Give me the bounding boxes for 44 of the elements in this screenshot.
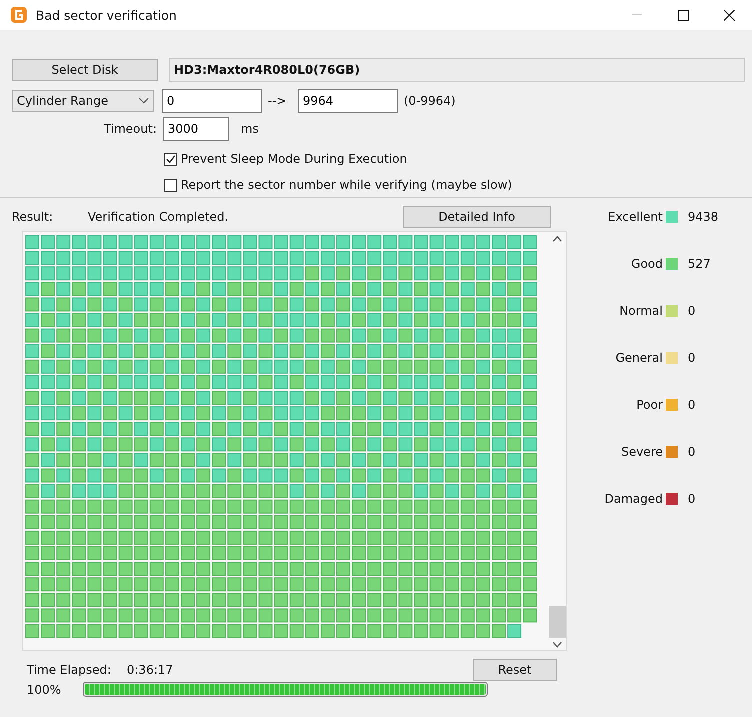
time-elapsed-value: 0:36:17 [127, 663, 174, 677]
disk-name-field: HD3:Maxtor4R080L0(76GB) [169, 58, 745, 82]
checkbox[interactable] [164, 178, 177, 192]
timeout-label: Timeout: [102, 122, 157, 136]
legend-label: Severe [620, 445, 663, 459]
chevron-down-icon [139, 98, 149, 104]
legend-count: 0 [688, 304, 696, 318]
legend-label: Excellent [607, 210, 663, 224]
app-logo-icon [10, 6, 28, 24]
result-label: Result: [12, 210, 54, 224]
result-text: Verification Completed. [88, 210, 230, 224]
timeout-field[interactable]: 3000 [163, 117, 229, 141]
legend-label: Normal [618, 304, 663, 318]
legend-count: 0 [688, 492, 696, 506]
timeout-unit: ms [241, 122, 259, 136]
legend-label: General [614, 351, 663, 365]
scroll-down-icon [552, 642, 562, 648]
range-arrow: --> [268, 94, 288, 108]
range-end-field[interactable]: 9964 [298, 89, 398, 113]
legend-label: Good [630, 257, 663, 271]
legend-count: 0 [688, 398, 696, 412]
maximize-icon [678, 10, 688, 20]
legend-label: Damaged [604, 492, 663, 506]
time-elapsed-label: Time Elapsed: [27, 663, 112, 677]
reset-button[interactable]: Reset [473, 659, 557, 681]
legend-count: 527 [688, 257, 711, 271]
checkbox[interactable] [164, 152, 177, 166]
legend-count: 9438 [688, 210, 719, 224]
detailed-info-button[interactable]: Detailed Info [403, 206, 551, 228]
window-title: Bad sector verification [36, 8, 178, 22]
progress-percent: 100% [27, 682, 59, 696]
legend-count: 0 [688, 445, 696, 459]
range-limits: (0-9964) [404, 94, 456, 108]
select-disk-button[interactable]: Select Disk [12, 59, 158, 81]
legend-count: 0 [688, 351, 696, 365]
scroll-up-icon [552, 236, 562, 242]
legend-label: Poor [636, 398, 663, 412]
option-label: Prevent Sleep Mode During Execution [181, 152, 408, 166]
option-label: Report the sector number while verifying (maybe slow) [181, 178, 512, 192]
close-icon [724, 10, 734, 20]
range-start-field[interactable]: 0 [162, 89, 262, 113]
minimize-icon [632, 14, 642, 16]
range-type-dropdown[interactable]: Cylinder Range [12, 90, 154, 112]
scrollbar-thumb[interactable] [548, 606, 566, 638]
